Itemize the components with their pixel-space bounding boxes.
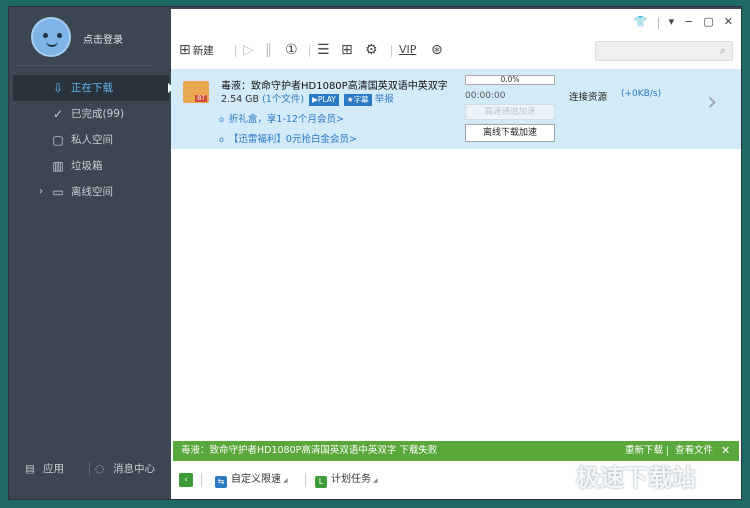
apps-button[interactable]: ▤ 应用 (25, 461, 64, 476)
task-size-line: 2.54 GB (1个文件) ▶PLAY ★字幕 举报 (221, 91, 394, 106)
close-icon[interactable]: ✕ (721, 441, 730, 461)
watermark-text: 极速下载站 (576, 464, 696, 492)
settings-icon[interactable]: ⚙ (365, 39, 378, 61)
apps-icon: ▤ (25, 463, 35, 475)
trash-icon: ▥ (52, 159, 64, 173)
check-circle-icon: ✓ (52, 107, 64, 121)
notification-separator (667, 446, 668, 456)
statusbar-separator (305, 473, 306, 487)
avatar-eye-right (57, 33, 62, 38)
connection-status: 连接资源 (569, 92, 608, 103)
toolbar-separator (309, 45, 310, 57)
task-name: 毒液：致命守护者HD1080P高清国英双语中英双字 (221, 81, 448, 92)
lock-icon: ▢ (52, 133, 64, 147)
main-panel: 👕 ▾ − ▢ ✕ ⊞ 新建 ▷ ‖ ① ☰ ⊞ ⚙ VIP ⊛ ⌕ BT 毒液… (171, 9, 741, 499)
chat-bubble-icon: ◌ (95, 463, 105, 475)
window-controls: 👕 ▾ − ▢ ✕ (634, 15, 733, 31)
search-box[interactable]: ⌕ (595, 41, 733, 61)
collapse-arrow-icon[interactable]: ‹ (179, 473, 193, 487)
avatar-mouth (46, 41, 58, 47)
avatar-eye-left (43, 33, 48, 38)
sidebar-nav: ⇩ 正在下载 ✓ 已完成(99) ▢ 私人空间 ▥ 垃圾箱 › ▭ 离线空间 (13, 75, 174, 205)
vip-icon[interactable]: VIP (399, 39, 416, 61)
sidebar: 点击登录 ⇩ 正在下载 ✓ 已完成(99) ▢ 私人空间 ▥ 垃圾箱 › ▭ 离… (9, 7, 174, 499)
new-file-icon: ⊞ (179, 42, 191, 58)
sidebar-item-trash[interactable]: ▥ 垃圾箱 (13, 153, 169, 179)
download-speed: (+0KB/s) (621, 89, 662, 99)
sort-icon[interactable]: ☰ (317, 39, 330, 61)
avatar[interactable] (31, 17, 71, 57)
remaining-time: 00:00:00 (465, 91, 506, 101)
search-icon[interactable]: ⌕ (720, 44, 726, 58)
progress-bar: 0.0% (465, 75, 555, 85)
toolbar: ⊞ 新建 ▷ ‖ ① ☰ ⊞ ⚙ VIP ⊛ ⌕ (171, 35, 741, 67)
bt-file-icon: BT (183, 81, 209, 103)
single-task-icon[interactable]: ① (285, 39, 298, 61)
login-link[interactable]: 点击登录 (83, 31, 123, 46)
high-speed-button[interactable]: 高速通道加速 (465, 104, 555, 120)
sidebar-item-label: 正在下载 (71, 82, 113, 94)
control-separator (657, 17, 659, 29)
dropdown-triangle-icon: ◢ (373, 477, 378, 484)
progress-text: 0.0% (500, 75, 520, 84)
search-input[interactable] (596, 42, 706, 60)
message-center-button[interactable]: ◌ 消息中心 (95, 461, 155, 476)
new-task-button[interactable]: ⊞ 新建 (179, 39, 214, 61)
play-badge[interactable]: ▶PLAY (309, 94, 339, 106)
schedule-icon: L (315, 476, 327, 488)
notification-text: 毒液：致命守护者HD1080P高清国英双语中英双字 下载失败 (181, 445, 438, 456)
sidebar-item-label: 已完成(99) (71, 108, 125, 120)
app-window: 点击登录 ⇩ 正在下载 ✓ 已完成(99) ▢ 私人空间 ▥ 垃圾箱 › ▭ 离… (8, 6, 742, 500)
toolbar-separator (391, 45, 392, 57)
maximize-icon[interactable]: ▢ (703, 15, 713, 31)
schedule-label: 计划任务 (331, 474, 371, 485)
sidebar-item-completed[interactable]: ✓ 已完成(99) (13, 101, 169, 127)
sidebar-item-offline[interactable]: › ▭ 离线空间 (13, 179, 169, 205)
menu-icon[interactable]: ▾ (669, 15, 675, 31)
sidebar-footer: ▤ 应用 ◌ 消息中心 (9, 459, 169, 479)
subtitle-badge-label: 字幕 (353, 95, 369, 104)
gift-promo-link[interactable]: 折礼盒，享1-12个月会员> (219, 111, 344, 125)
sidebar-item-label: 离线空间 (71, 186, 113, 198)
sidebar-item-label: 私人空间 (71, 134, 113, 146)
new-task-label: 新建 (192, 45, 214, 57)
footer-divider (89, 462, 90, 476)
schedule-button[interactable]: L 计划任务 ◢ (315, 473, 378, 488)
task-size: 2.54 GB (221, 94, 260, 105)
skin-shirt-icon[interactable]: 👕 (634, 15, 648, 31)
minimize-icon[interactable]: − (684, 15, 693, 31)
statusbar-separator (201, 473, 202, 487)
offline-accelerate-button[interactable]: 离线下载加速 (465, 124, 555, 142)
toolbar-separator (235, 45, 236, 57)
report-link[interactable]: 举报 (375, 94, 394, 105)
sidebar-item-label: 垃圾箱 (71, 160, 103, 172)
start-icon[interactable]: ▷ (243, 39, 254, 61)
speed-limit-button[interactable]: ⇆ 自定义限速 ◢ (215, 473, 288, 488)
subtitle-badge[interactable]: ★字幕 (343, 94, 372, 106)
dropdown-triangle-icon: ◢ (283, 477, 288, 484)
sidebar-item-private[interactable]: ▢ 私人空间 (13, 127, 169, 153)
grid-view-icon[interactable]: ⊞ (341, 39, 353, 61)
apps-label: 应用 (43, 463, 64, 475)
bt-badge: BT (195, 95, 207, 102)
task-file-count[interactable]: (1个文件) (262, 94, 304, 105)
welfare-promo-link[interactable]: 【迅雷福利】0元抢白金会员> (219, 131, 357, 145)
download-icon: ⇩ (52, 81, 64, 95)
gift-icon[interactable]: ⊛ (431, 39, 443, 61)
play-badge-label: PLAY (317, 95, 336, 104)
cloud-monitor-icon: ▭ (52, 185, 64, 199)
expand-caret-icon[interactable]: › (39, 179, 43, 205)
speed-limit-icon: ⇆ (215, 476, 227, 488)
sidebar-divider (15, 65, 153, 66)
task-row[interactable]: BT 毒液：致命守护者HD1080P高清国英双语中英双字 2.54 GB (1个… (171, 69, 741, 149)
speed-limit-label: 自定义限速 (231, 474, 281, 485)
close-icon[interactable]: ✕ (724, 15, 733, 31)
message-center-label: 消息中心 (113, 463, 155, 475)
sidebar-item-downloading[interactable]: ⇩ 正在下载 (13, 75, 174, 101)
pause-icon[interactable]: ‖ (265, 39, 272, 61)
chevron-right-icon[interactable]: › (707, 89, 717, 115)
